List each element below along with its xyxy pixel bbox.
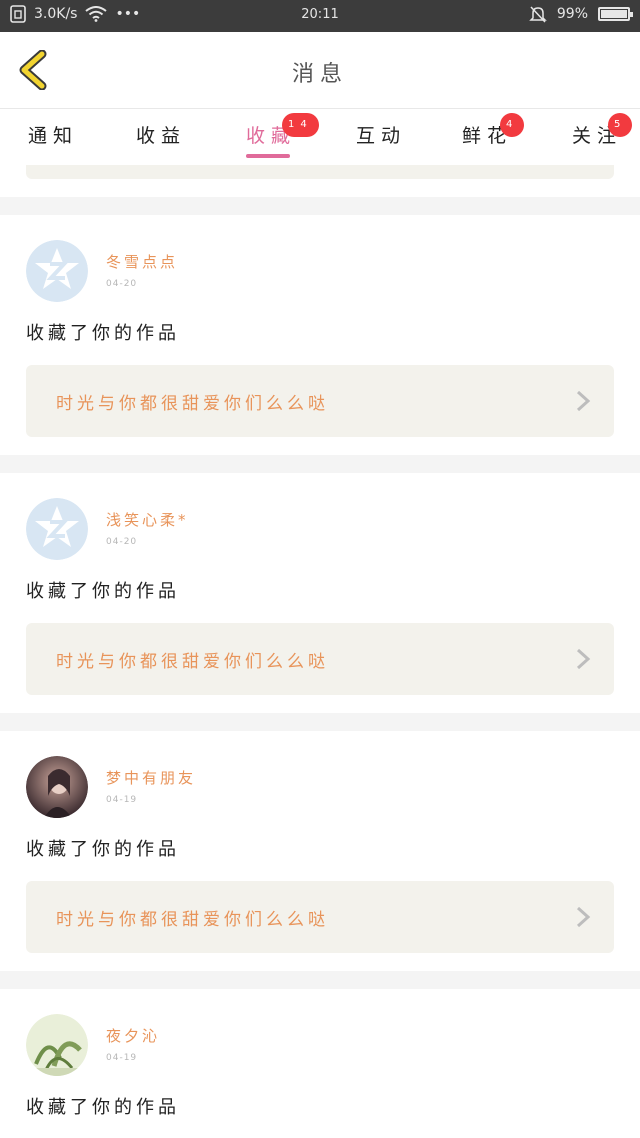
photo-avatar[interactable]: [26, 756, 88, 818]
battery-fill: [601, 10, 627, 18]
status-bar: 3.0K/s ••• 20:11 99%: [0, 0, 640, 32]
message-text: 收藏了你的作品: [26, 1097, 180, 1118]
plant-avatar[interactable]: [26, 1014, 88, 1076]
message-card: 浅笑心柔* 04-20 收藏了你的作品 时光与你都很甜爱你们么么哒: [0, 473, 640, 713]
favorites-count-badge: 14: [282, 113, 319, 137]
user-name[interactable]: 冬雪点点: [106, 251, 178, 272]
tab-label: 互动: [356, 125, 407, 147]
qq-default-avatar-icon[interactable]: [26, 498, 88, 560]
message-text: 收藏了你的作品: [26, 839, 180, 860]
message-date: 04-20: [106, 279, 138, 289]
message-text: 收藏了你的作品: [26, 581, 180, 602]
tab-label: 收益: [136, 125, 187, 147]
message-card: 夜夕沁 04-19 收藏了你的作品: [0, 989, 640, 1138]
chevron-right-icon: [576, 648, 591, 670]
message-card: 梦中有朋友 04-19 收藏了你的作品 时光与你都很甜爱你们么么哒: [0, 731, 640, 971]
active-tab-indicator: [246, 154, 291, 158]
work-title: 时光与你都很甜爱你们么么哒: [56, 910, 329, 930]
message-date: 04-19: [106, 795, 138, 805]
battery-percent: 99%: [556, 6, 588, 22]
follows-count-badge: 5: [608, 113, 633, 137]
tab-bar: 通知 收益 收藏 14 互动 鲜花 4 关注 5: [0, 109, 640, 165]
previous-card-bottom: [0, 165, 640, 197]
user-name[interactable]: 夜夕沁: [106, 1025, 160, 1046]
flowers-count-badge: 4: [500, 113, 525, 137]
tab-favorites[interactable]: 收藏 14: [246, 113, 319, 158]
message-list[interactable]: 冬雪点点 04-20 收藏了你的作品 时光与你都很甜爱你们么么哒 浅笑心柔* 0…: [0, 165, 640, 1138]
page-title: 消息: [291, 62, 348, 87]
tab-earnings[interactable]: 收益: [136, 121, 186, 148]
user-name[interactable]: 浅笑心柔*: [106, 509, 189, 530]
work-link[interactable]: 时光与你都很甜爱你们么么哒: [26, 623, 614, 695]
message-card: 冬雪点点 04-20 收藏了你的作品 时光与你都很甜爱你们么么哒: [0, 215, 640, 455]
tab-flowers[interactable]: 鲜花 4: [462, 113, 525, 148]
tab-notifications[interactable]: 通知: [28, 121, 78, 148]
header: 消息: [0, 32, 640, 109]
message-text: 收藏了你的作品: [26, 323, 180, 344]
tab-label: 通知: [28, 125, 79, 147]
message-date: 04-20: [106, 537, 138, 547]
mute-bell-icon: [529, 6, 547, 23]
work-title: 时光与你都很甜爱你们么么哒: [56, 394, 329, 414]
chevron-right-icon: [576, 906, 591, 928]
work-link[interactable]: 时光与你都很甜爱你们么么哒: [26, 365, 614, 437]
message-date: 04-19: [106, 1053, 138, 1063]
previous-work-box: [26, 165, 614, 179]
tab-interactions[interactable]: 互动: [356, 121, 406, 148]
battery-icon: [598, 7, 633, 21]
work-title: 时光与你都很甜爱你们么么哒: [56, 652, 329, 672]
qq-default-avatar-icon[interactable]: [26, 240, 88, 302]
status-right: 99%: [529, 5, 633, 23]
tab-follows[interactable]: 关注 5: [572, 113, 633, 148]
work-link[interactable]: 时光与你都很甜爱你们么么哒: [26, 881, 614, 953]
user-name[interactable]: 梦中有朋友: [106, 767, 196, 788]
chevron-right-icon: [576, 390, 591, 412]
